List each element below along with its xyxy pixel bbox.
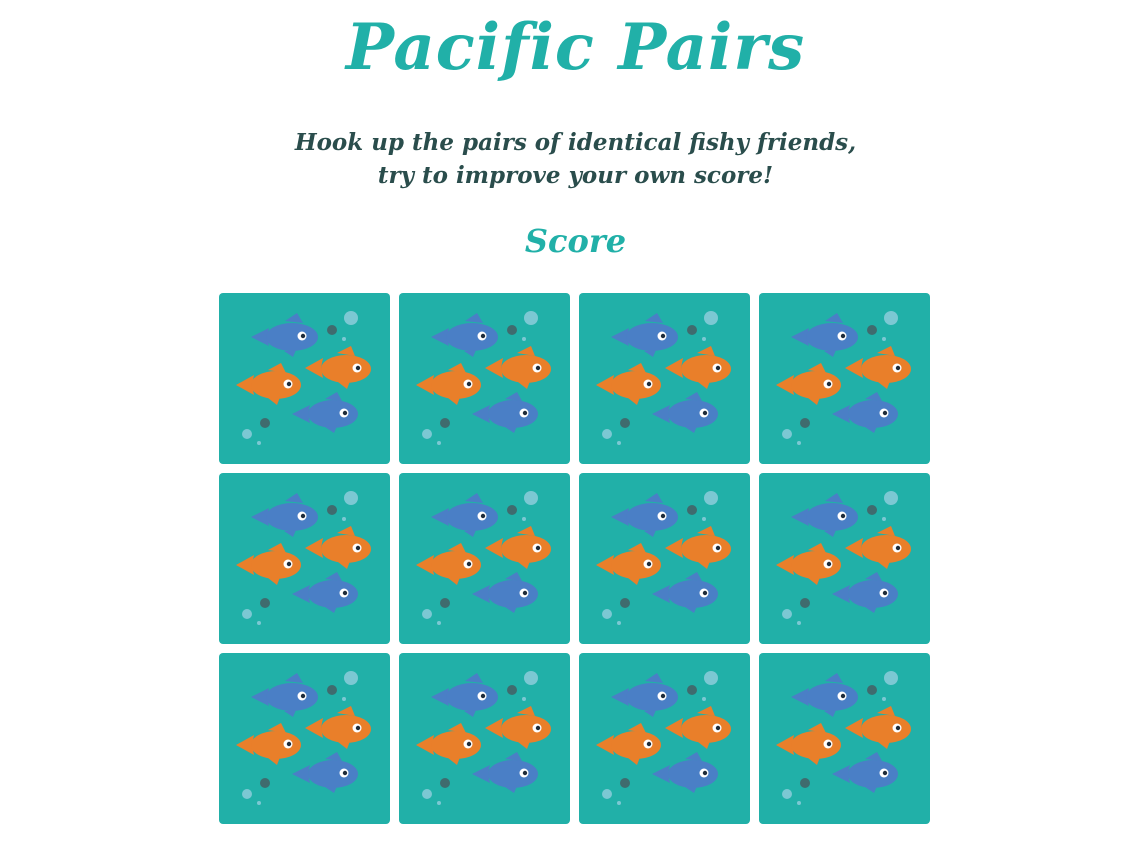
memory-card[interactable] [759,653,930,824]
tagline-line-1: Hook up the pairs of identical fishy fri… [294,129,857,156]
memory-card[interactable] [219,473,390,644]
memory-card[interactable] [219,293,390,464]
fish-school-icon [236,311,371,445]
memory-card[interactable] [759,293,930,464]
memory-card[interactable] [399,653,570,824]
memory-card[interactable] [219,653,390,824]
memory-card[interactable] [399,473,570,644]
memory-card[interactable] [579,653,750,824]
fish-school-icon [416,491,551,625]
fish-school-icon [236,671,371,805]
memory-card[interactable] [399,293,570,464]
fish-school-icon [236,491,371,625]
memory-card[interactable] [759,473,930,644]
fish-school-icon [596,311,731,445]
card-board [219,293,931,824]
fish-school-icon [416,311,551,445]
game-tagline: Hook up the pairs of identical fishy fri… [0,126,1143,192]
fish-school-icon [776,491,911,625]
fish-school-icon [416,671,551,805]
fish-school-icon [596,671,731,805]
game-page: Pacific Pairs Hook up the pairs of ident… [0,0,1143,841]
tagline-line-2: try to improve your own score! [377,162,774,189]
fish-school-icon [596,491,731,625]
memory-card[interactable] [579,293,750,464]
fish-school-icon [776,311,911,445]
score-label: Score [524,222,627,260]
memory-card[interactable] [579,473,750,644]
game-title: Pacific Pairs [345,10,806,85]
fish-school-icon [776,671,911,805]
